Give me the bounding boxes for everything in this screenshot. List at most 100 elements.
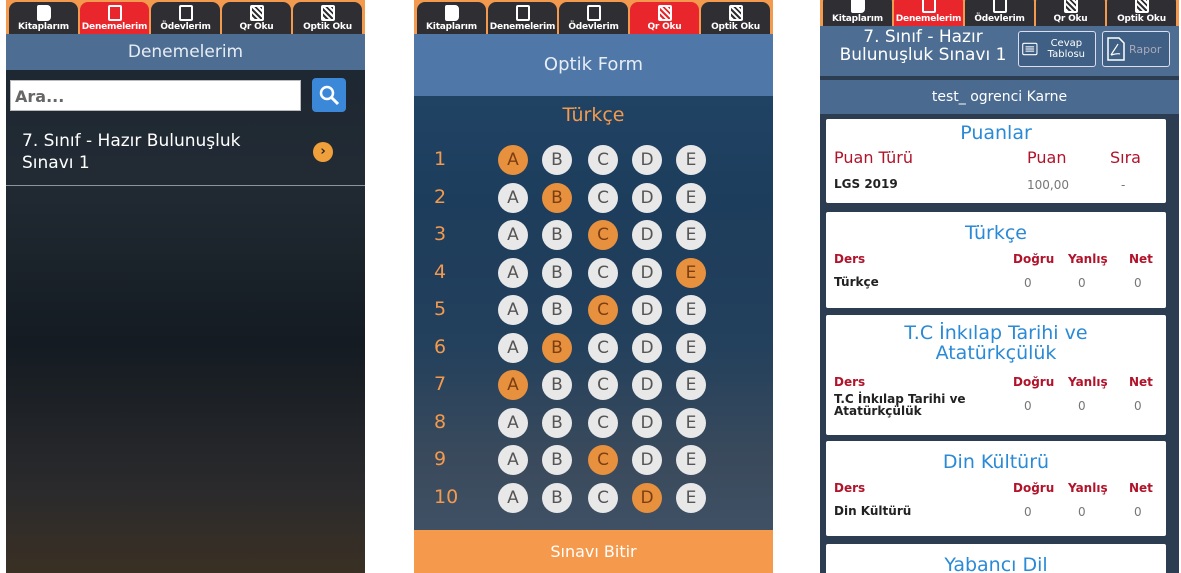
- tab-optik-oku[interactable]: Optik Oku: [1107, 0, 1176, 26]
- answer-bubble[interactable]: D: [632, 257, 662, 288]
- answer-bubble[interactable]: C: [588, 257, 618, 288]
- list-item[interactable]: 7. Sınıf - Hazır Bulunuşluk Sınavı 1 ›: [6, 118, 365, 186]
- answer-bubble[interactable]: D: [632, 182, 662, 213]
- report-button[interactable]: Rapor: [1102, 31, 1170, 67]
- answer-bubble[interactable]: B: [542, 295, 572, 325]
- answer-bubble[interactable]: A: [498, 445, 528, 475]
- optical-icon: [728, 5, 743, 21]
- subject-card: Din Kültürü Ders Doğru Yanlış Net Din Kültürü…: [826, 441, 1166, 536]
- question-number: 6: [434, 335, 447, 358]
- answer-bubble[interactable]: B: [542, 332, 572, 363]
- answer-bubble[interactable]: E: [676, 482, 706, 513]
- answer-bubble[interactable]: D: [632, 482, 662, 513]
- answer-bubble[interactable]: A: [498, 257, 528, 288]
- answer-bubble[interactable]: C: [588, 295, 618, 325]
- answer-bubble[interactable]: C: [588, 220, 618, 250]
- tab-denemelerim[interactable]: Denemelerim: [488, 2, 557, 34]
- col-label: Sıra: [1110, 148, 1141, 167]
- answer-bubble[interactable]: A: [498, 295, 528, 325]
- search-button[interactable]: [312, 78, 346, 112]
- answer-bubble[interactable]: E: [676, 332, 706, 363]
- exam-icon: [515, 5, 530, 21]
- answer-bubble[interactable]: D: [632, 370, 662, 400]
- col-label: Puan: [1027, 148, 1067, 167]
- tab-qr-oku[interactable]: Qr Oku: [222, 2, 291, 34]
- answer-row: 3 ABCDE: [414, 218, 773, 255]
- tab-denemelerim[interactable]: Denemelerim: [80, 2, 149, 34]
- answer-bubble[interactable]: B: [542, 145, 572, 175]
- answer-table-button[interactable]: Cevap Tablosu: [1018, 31, 1096, 67]
- question-number: 4: [434, 260, 447, 283]
- answer-bubble[interactable]: C: [588, 182, 618, 213]
- answer-row: 6 ABCDE: [414, 331, 773, 368]
- tab-kitaplarim[interactable]: Kitaplarım: [417, 2, 486, 34]
- answer-bubble[interactable]: D: [632, 145, 662, 175]
- subject-card: Türkçe Ders Doğru Yanlış Net Türkçe 0 0 0: [826, 212, 1166, 308]
- scores-card: Puanlar Puan Türü Puan Sıra LGS 2019 100…: [826, 119, 1166, 203]
- answer-bubble[interactable]: A: [498, 370, 528, 400]
- answer-bubble[interactable]: C: [588, 482, 618, 513]
- answer-bubble[interactable]: B: [542, 182, 572, 213]
- tab-kitaplarim[interactable]: Kitaplarım: [9, 2, 78, 34]
- answer-bubble[interactable]: E: [676, 220, 706, 250]
- col-label: Puan Türü: [834, 148, 913, 167]
- answer-bubble[interactable]: E: [676, 445, 706, 475]
- answer-bubble[interactable]: A: [498, 182, 528, 213]
- score-type: LGS 2019: [834, 177, 898, 191]
- answer-bubble[interactable]: C: [588, 145, 618, 175]
- question-number: 10: [434, 485, 459, 508]
- answer-bubble[interactable]: A: [498, 482, 528, 513]
- answer-bubble[interactable]: B: [542, 370, 572, 400]
- answer-bubble[interactable]: A: [498, 332, 528, 363]
- answer-bubble[interactable]: B: [542, 220, 572, 250]
- finish-exam-button[interactable]: Sınavı Bitir: [414, 530, 773, 573]
- tab-kitaplarim[interactable]: Kitaplarım: [823, 0, 892, 26]
- tab-odevlerim[interactable]: Ödevlerim: [965, 0, 1034, 26]
- score-value: 100,00: [1027, 178, 1069, 192]
- answer-bubble[interactable]: D: [632, 332, 662, 363]
- answer-row: 1 ABCDE: [414, 143, 773, 180]
- homework-icon: [178, 5, 193, 21]
- answer-bubble[interactable]: B: [542, 482, 572, 513]
- page-title: Optik Form: [414, 34, 773, 96]
- answer-bubble[interactable]: A: [498, 407, 528, 438]
- answer-bubble[interactable]: E: [676, 407, 706, 438]
- tab-odevlerim[interactable]: Ödevlerim: [151, 2, 220, 34]
- col-label: Net: [1129, 481, 1153, 495]
- tab-odevlerim[interactable]: Ödevlerim: [559, 2, 628, 34]
- search-input[interactable]: Ara...: [10, 80, 301, 111]
- score-rank: -: [1121, 178, 1126, 192]
- answer-bubble[interactable]: C: [588, 407, 618, 438]
- answer-bubble[interactable]: B: [542, 257, 572, 288]
- answer-bubble[interactable]: A: [498, 220, 528, 250]
- subject-name: T.C İnkılap Tarihi ve Atatürkçülük: [834, 392, 966, 418]
- answer-bubble[interactable]: E: [676, 182, 706, 213]
- answer-bubble[interactable]: D: [632, 220, 662, 250]
- tab-qr-oku[interactable]: Qr Oku: [630, 2, 699, 34]
- answer-bubble[interactable]: B: [542, 407, 572, 438]
- answer-bubble[interactable]: C: [588, 332, 618, 363]
- answer-bubble[interactable]: B: [542, 445, 572, 475]
- tab-optik-oku[interactable]: Optik Oku: [701, 2, 770, 34]
- answer-bubble[interactable]: C: [588, 370, 618, 400]
- answer-bubble[interactable]: E: [676, 257, 706, 288]
- answer-bubble[interactable]: D: [632, 295, 662, 325]
- answer-bubble[interactable]: E: [676, 370, 706, 400]
- answer-bubble[interactable]: A: [498, 145, 528, 175]
- answer-row: 7 ABCDE: [414, 368, 773, 405]
- answer-bubble[interactable]: D: [632, 445, 662, 475]
- answer-bubble[interactable]: E: [676, 145, 706, 175]
- homework-icon: [586, 5, 601, 21]
- answer-bubble[interactable]: D: [632, 407, 662, 438]
- tab-optik-oku[interactable]: Optik Oku: [293, 2, 362, 34]
- tab-qr-oku[interactable]: Qr Oku: [1036, 0, 1105, 26]
- subject-card: Yabancı Dil: [826, 544, 1166, 573]
- exams-screen: Kitaplarım Denemelerim Ödevlerim Qr Oku …: [6, 0, 365, 573]
- answer-bubble[interactable]: C: [588, 445, 618, 475]
- subject-y-value: 0: [1078, 505, 1086, 519]
- book-icon: [850, 0, 865, 13]
- answer-bubble[interactable]: E: [676, 295, 706, 325]
- tab-denemelerim[interactable]: Denemelerim: [894, 0, 963, 26]
- page-title: Denemelerim: [6, 34, 365, 70]
- qr-icon: [249, 5, 264, 21]
